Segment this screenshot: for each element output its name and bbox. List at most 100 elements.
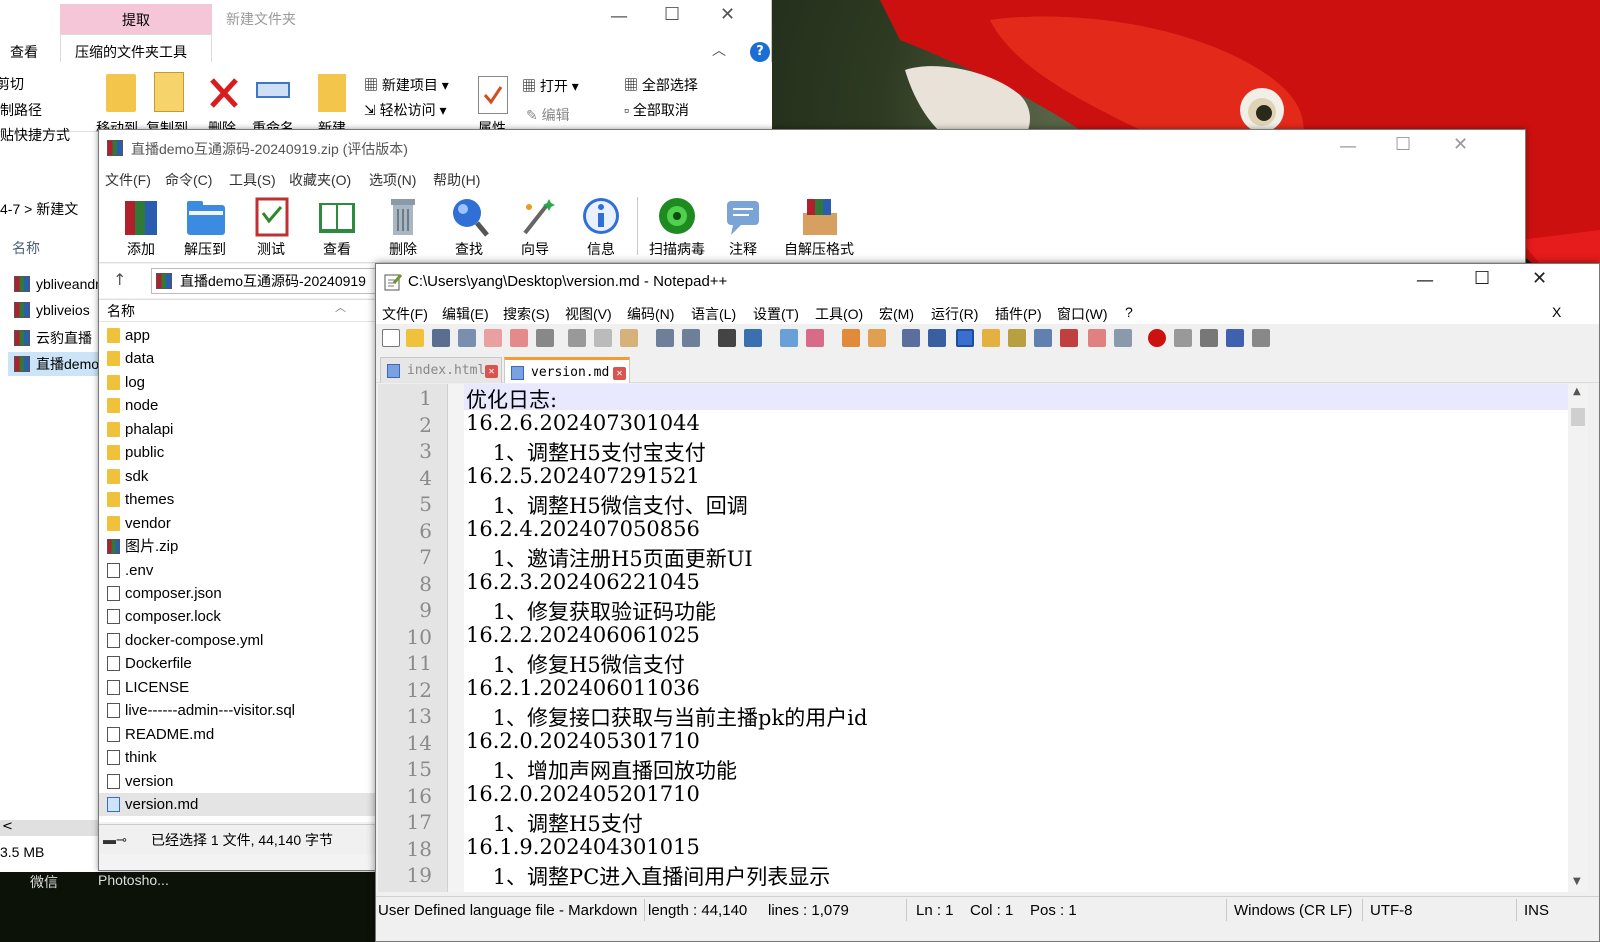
function-list-icon[interactable] [1060, 329, 1078, 347]
add-button[interactable]: 添加 [111, 195, 171, 259]
menu-help[interactable]: 帮助(H) [433, 170, 480, 190]
menu-favorites[interactable]: 收藏夹(O) [289, 170, 351, 190]
maximize-icon[interactable]: ☐ [664, 4, 680, 25]
file-row[interactable]: themes [99, 488, 377, 511]
folder-workspace-icon[interactable] [1088, 329, 1106, 347]
taskbar-photoshop-label[interactable]: Photosho... [98, 872, 169, 888]
save-icon[interactable] [432, 329, 450, 347]
replace-icon[interactable] [744, 329, 762, 347]
minimize-icon[interactable]: — [1416, 270, 1434, 291]
file-row[interactable]: data [99, 347, 377, 370]
select-none-button[interactable]: ▫ 全部取消 [624, 100, 689, 120]
minimize-icon[interactable]: — [1339, 136, 1357, 157]
indent-guide-icon[interactable] [956, 329, 974, 347]
menu-settings[interactable]: 设置(T) [753, 304, 799, 324]
zoom-out-icon[interactable] [806, 329, 824, 347]
udl-icon[interactable] [982, 329, 1000, 347]
file-row[interactable]: live------admin---visitor.sql [99, 699, 377, 722]
delete-x-icon[interactable] [208, 76, 240, 110]
extract-to-button[interactable]: 解压到 [175, 195, 235, 259]
find-button[interactable]: 查找 [439, 195, 499, 259]
open-button[interactable]: ▦ 打开 ▾ [522, 76, 579, 96]
move-to-icon[interactable] [106, 74, 136, 112]
undo-icon[interactable] [656, 329, 674, 347]
extract-contextual-tab[interactable]: 提取 [60, 4, 212, 34]
menu-view[interactable]: 视图(V) [565, 304, 612, 324]
archive-path-field[interactable]: 直播demo互通源码-20240919 [151, 268, 391, 294]
word-wrap-icon[interactable] [902, 329, 920, 347]
help-icon[interactable]: ? [750, 42, 770, 62]
new-folder-icon[interactable] [318, 74, 346, 112]
vertical-scrollbar[interactable]: ▲ ▼ [1568, 384, 1588, 892]
file-row[interactable]: README.md [99, 723, 377, 746]
rename-icon[interactable] [256, 82, 290, 98]
menu-edit[interactable]: 编辑(E) [442, 304, 489, 324]
sfx-button[interactable]: 自解压格式 [779, 195, 859, 259]
tab-version-md[interactable]: version.md ✕ [504, 357, 630, 383]
column-header-name[interactable]: 名称 ︿ [99, 300, 377, 322]
new-file-icon[interactable] [382, 329, 400, 347]
cut-icon[interactable] [568, 329, 586, 347]
edit-button[interactable]: ✎ 编辑 [526, 105, 570, 125]
breadcrumb[interactable]: 4-7 > 新建文 [0, 199, 78, 219]
view-button[interactable]: 查看 [307, 195, 367, 259]
tab-close-icon[interactable]: ✕ [613, 367, 626, 380]
file-row[interactable]: LICENSE [99, 676, 377, 699]
file-row[interactable]: composer.lock [99, 605, 377, 628]
tab-close-icon[interactable]: ✕ [485, 365, 498, 378]
copy-icon[interactable] [594, 329, 612, 347]
scroll-left-arrow-icon[interactable]: < [2, 819, 13, 834]
editor-area[interactable]: 1 2 3 4 5 6 7 8 9 10 11 12 13 14 15 16 17 18 19 优化日志: 16.2.… [378, 384, 1568, 892]
taskbar-wechat-label[interactable]: 微信 [30, 872, 58, 892]
file-row[interactable]: sdk [99, 465, 377, 488]
file-row[interactable]: version [99, 770, 377, 793]
save-macro-icon[interactable] [1252, 329, 1270, 347]
menu-window[interactable]: 窗口(W) [1057, 304, 1108, 324]
file-row[interactable]: public [99, 441, 377, 464]
sync-vertical-icon[interactable] [842, 329, 860, 347]
menu-help[interactable]: ? [1125, 304, 1133, 320]
file-row[interactable]: node [99, 394, 377, 417]
paste-icon[interactable] [620, 329, 638, 347]
close-icon[interactable]: ✕ [720, 4, 735, 25]
list-item[interactable]: 云豹直播 [14, 328, 92, 348]
copy-path-button[interactable]: 复制路径 [0, 100, 42, 120]
show-all-chars-icon[interactable] [928, 329, 946, 347]
list-item-selected[interactable]: 直播demo [8, 352, 106, 376]
scroll-down-arrow-icon[interactable]: ▼ [1573, 876, 1581, 887]
file-row[interactable]: log [99, 371, 377, 394]
column-header-name[interactable]: 名称 [12, 238, 40, 258]
zoom-in-icon[interactable] [780, 329, 798, 347]
virus-scan-button[interactable]: 扫描病毒 [637, 195, 717, 259]
npp-titlebar[interactable]: C:\Users\yang\Desktop\version.md - Notep… [376, 264, 1599, 300]
properties-icon[interactable] [478, 76, 508, 114]
menu-macro[interactable]: 宏(M) [879, 304, 914, 324]
close-file-icon[interactable] [484, 329, 502, 347]
close-icon[interactable]: ✕ [1453, 134, 1468, 155]
save-all-icon[interactable] [458, 329, 476, 347]
menu-language[interactable]: 语言(L) [691, 304, 736, 324]
file-row[interactable]: docker-compose.yml [99, 629, 377, 652]
scrollbar-thumb[interactable] [1571, 408, 1585, 426]
winrar-titlebar[interactable]: 直播demo互通源码-20240919.zip (评估版本) — ☐ ✕ [99, 130, 1525, 166]
record-macro-icon[interactable] [1148, 329, 1166, 347]
minimize-icon[interactable]: — [610, 6, 628, 27]
file-row[interactable]: .env [99, 559, 377, 582]
maximize-icon[interactable]: ☐ [1474, 268, 1490, 289]
open-file-icon[interactable] [406, 329, 424, 347]
select-all-button[interactable]: ▦ 全部选择 [624, 75, 698, 95]
stop-macro-icon[interactable] [1174, 329, 1192, 347]
menu-file[interactable]: 文件(F) [382, 304, 428, 324]
close-icon[interactable]: ✕ [1532, 268, 1547, 289]
file-row[interactable]: vendor [99, 512, 377, 535]
wizard-button[interactable]: 向导 [505, 195, 565, 259]
easy-access-button[interactable]: ⇲ 轻松访问 ▾ [364, 100, 447, 120]
file-row[interactable]: 图片.zip [99, 535, 377, 558]
tab-index-html[interactable]: index.html ✕ [380, 357, 502, 383]
menu-plugins[interactable]: 插件(P) [995, 304, 1042, 324]
maximize-icon[interactable]: ☐ [1395, 134, 1411, 155]
menu-options[interactable]: 选项(N) [369, 170, 416, 190]
print-icon[interactable] [536, 329, 554, 347]
paste-shortcut-button[interactable]: 粘贴快捷方式 [0, 125, 70, 145]
test-button[interactable]: 测试 [241, 195, 301, 259]
